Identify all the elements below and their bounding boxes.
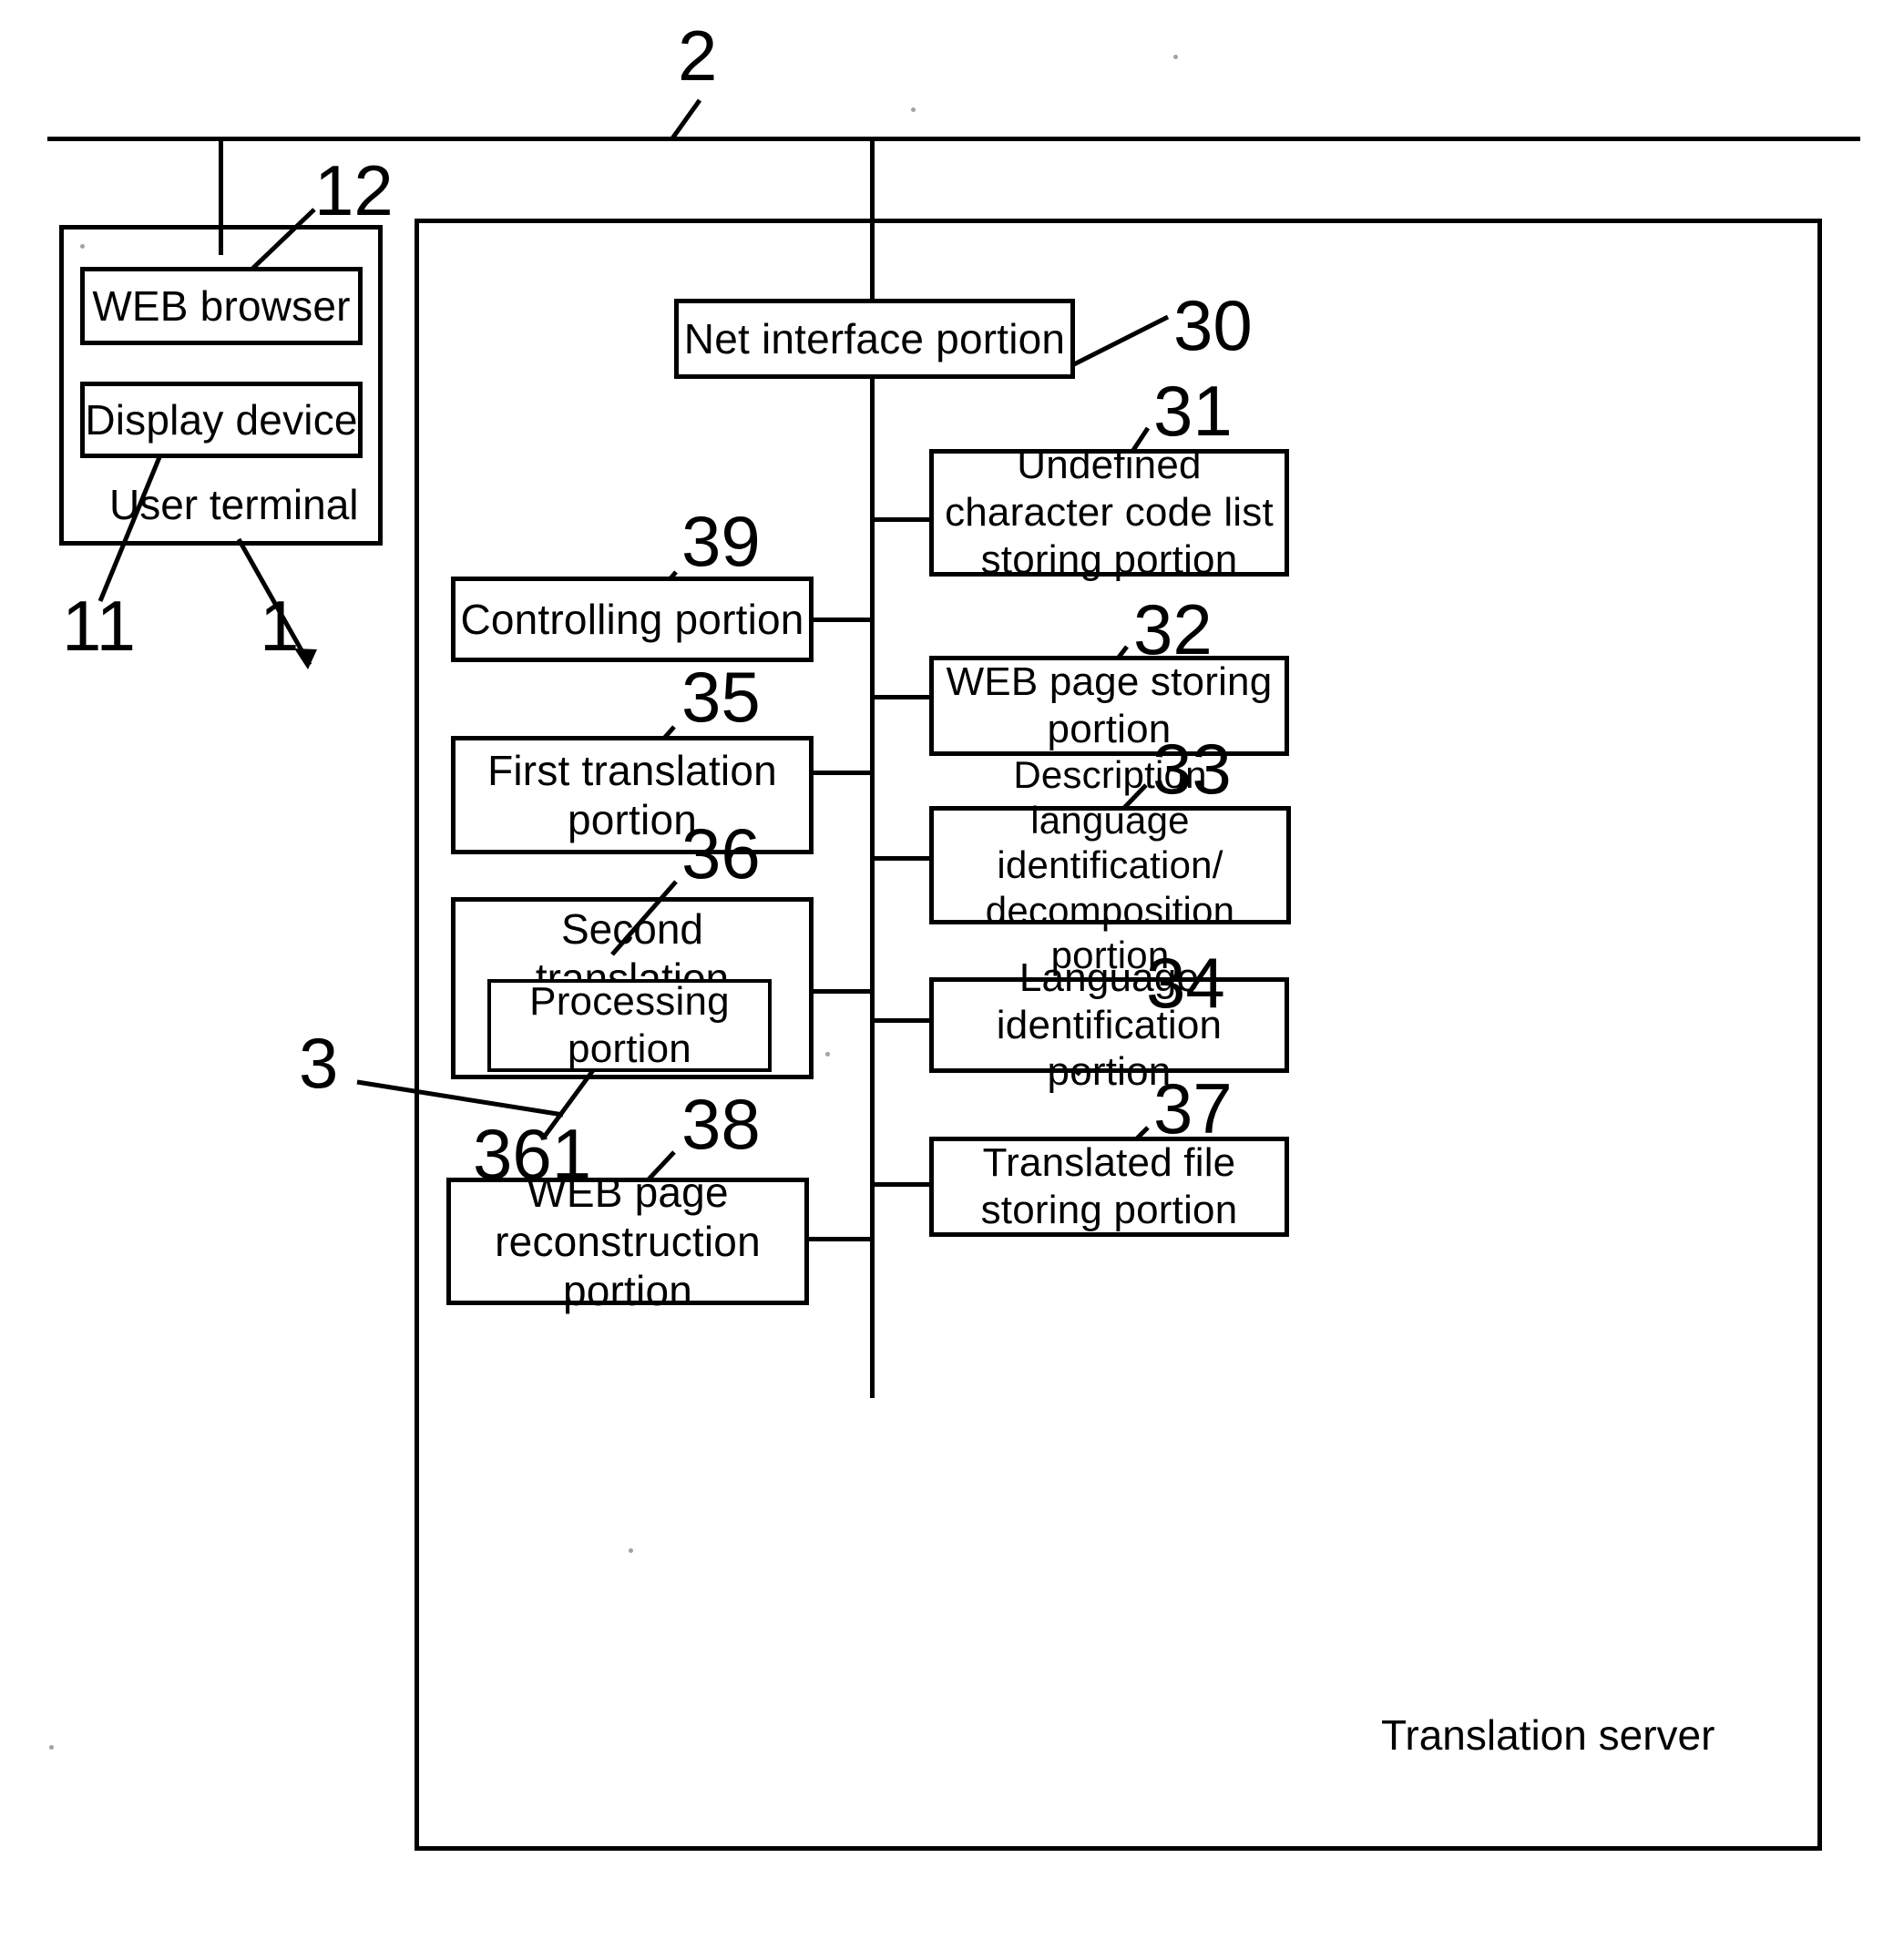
- display-device-label: Display device: [85, 395, 358, 444]
- scan-speck: [80, 244, 85, 249]
- scan-speck: [49, 1745, 54, 1750]
- web-page-storing-portion-box: WEB page storing portion: [929, 656, 1289, 756]
- network-bus-line: [47, 137, 1860, 141]
- scan-speck: [911, 107, 916, 112]
- scan-speck: [629, 1548, 633, 1553]
- stub-first-translation-portion: [814, 771, 875, 775]
- web-page-reconstruction-portion-label: WEB page reconstruction portion: [495, 1168, 761, 1315]
- display-device-box: Display device: [80, 382, 363, 458]
- web-browser-box: WEB browser: [80, 267, 363, 345]
- description-language-identification-decomposition-portion-label: Description language identification/ dec…: [985, 753, 1235, 977]
- ref-numeral-12: 12: [314, 150, 394, 230]
- stub-web-page-reconstruction-portion: [809, 1237, 875, 1241]
- controlling-portion-label: Controlling portion: [460, 595, 804, 643]
- ref-numeral-30: 30: [1173, 285, 1253, 365]
- scan-speck: [825, 1052, 830, 1057]
- translated-file-storing-portion-label: Translated file storing portion: [980, 1140, 1238, 1232]
- translated-file-storing-portion-box: Translated file storing portion: [929, 1137, 1289, 1237]
- stub-controlling-portion: [814, 618, 875, 622]
- ref-numeral-35: 35: [681, 657, 761, 737]
- stub-second-translation-portion: [814, 989, 875, 994]
- controlling-portion-box: Controlling portion: [451, 577, 814, 662]
- bus-stub-34: [870, 1018, 929, 1023]
- ref-numeral-37: 37: [1153, 1068, 1233, 1148]
- web-page-reconstruction-portion-box: WEB page reconstruction portion: [446, 1169, 809, 1314]
- ref-numeral-33: 33: [1152, 729, 1232, 809]
- scan-speck: [1173, 55, 1178, 59]
- processing-portion-label: Processing portion: [529, 979, 730, 1071]
- ref-numeral-31: 31: [1153, 371, 1233, 451]
- user-terminal-label: User terminal: [109, 481, 359, 528]
- web-page-storing-portion-label: WEB page storing portion: [946, 659, 1273, 751]
- ref-numeral-1: 1: [260, 586, 300, 666]
- ref-numeral-34: 34: [1146, 943, 1225, 1023]
- net-interface-portion-box: Net interface portion: [674, 299, 1075, 379]
- ref-numeral-3: 3: [299, 1023, 339, 1103]
- web-browser-label: WEB browser: [92, 281, 351, 330]
- bus-stub-33: [870, 856, 929, 861]
- translation-server-label: Translation server: [1381, 1711, 1715, 1759]
- bus-stub-37: [870, 1182, 929, 1187]
- bus-stub-31: [870, 517, 929, 522]
- language-identification-portion-box: Language identification portion: [929, 955, 1289, 1094]
- undefined-character-code-list-storing-portion-label: Undefined character code list storing po…: [945, 443, 1274, 582]
- description-language-identification-decomposition-portion-box: Description language identification/ dec…: [929, 753, 1291, 976]
- ref-numeral-38: 38: [681, 1084, 761, 1164]
- net-interface-portion-label: Net interface portion: [683, 314, 1066, 362]
- undefined-character-code-list-storing-portion-box: Undefined character code list storing po…: [929, 443, 1289, 582]
- ref-numeral-32: 32: [1133, 589, 1213, 669]
- bus-stub-32: [870, 695, 929, 699]
- processing-portion-box: Processing portion: [487, 979, 772, 1072]
- ref-numeral-39: 39: [681, 501, 761, 581]
- ref-numeral-2: 2: [678, 15, 718, 96]
- ref-numeral-11: 11: [62, 586, 136, 666]
- figure-canvas: 2 WEB browser Display device User termin…: [0, 0, 1904, 1960]
- ref-numeral-36: 36: [681, 813, 761, 893]
